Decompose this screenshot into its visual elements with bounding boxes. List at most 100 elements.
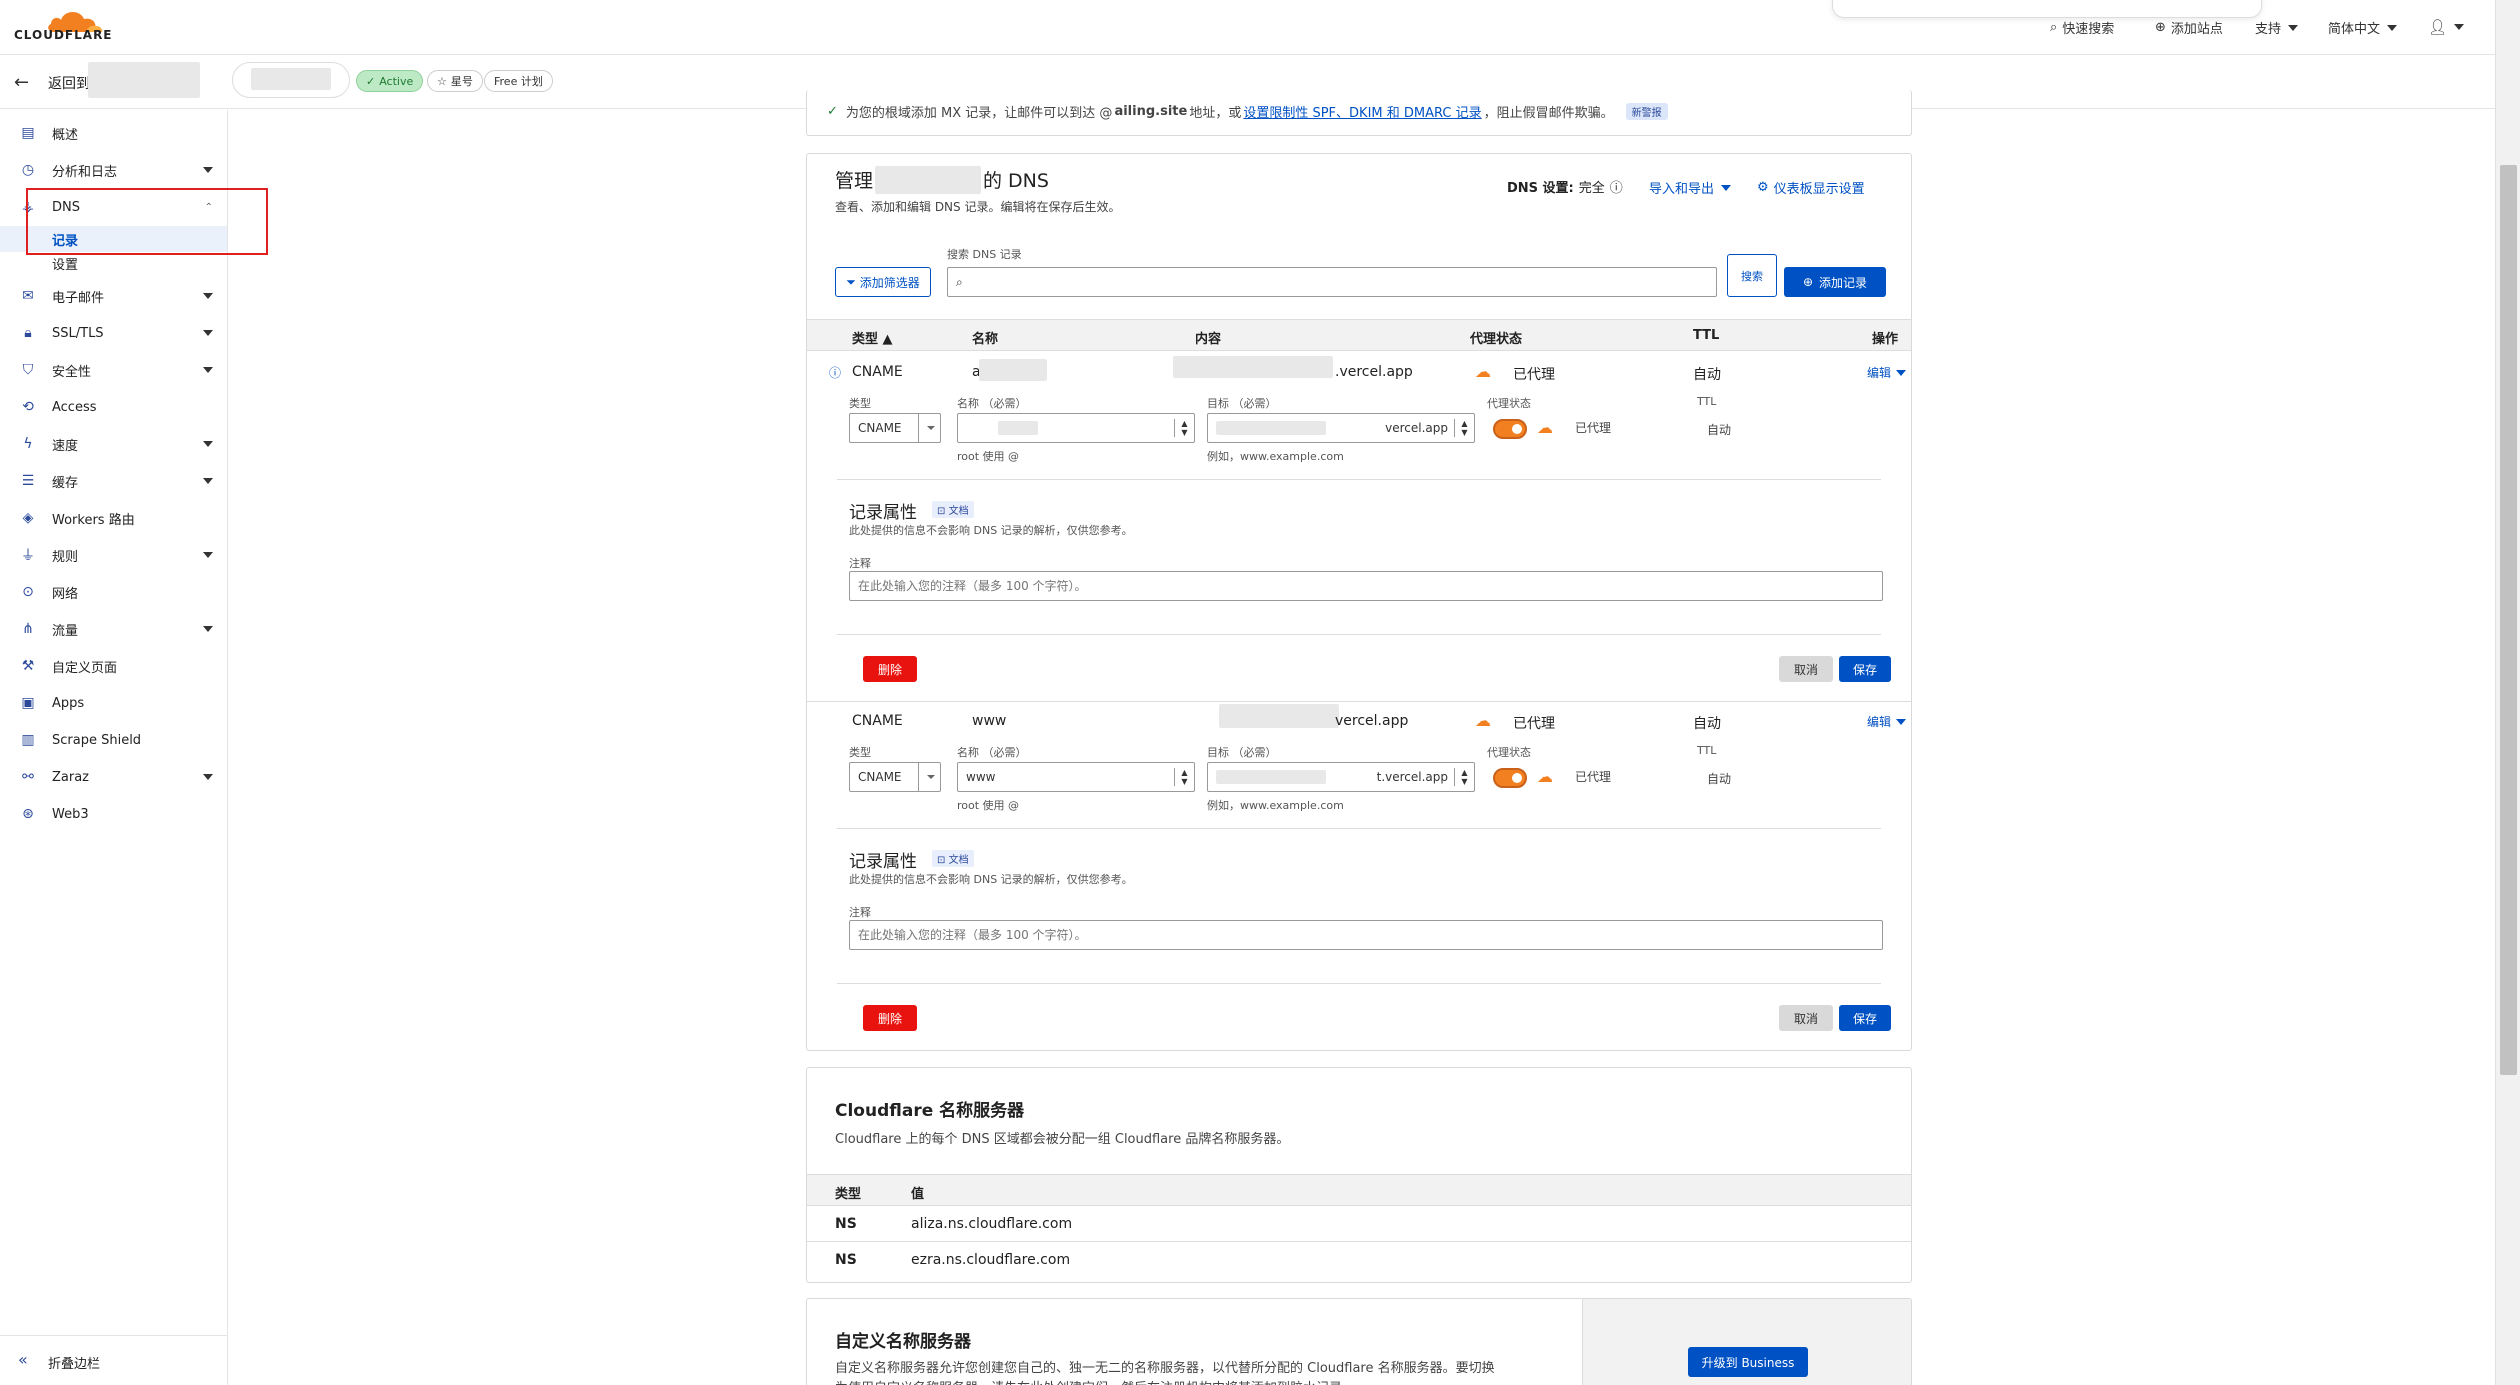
cancel-button[interactable]: 取消 bbox=[1779, 1005, 1833, 1031]
delete-button[interactable]: 删除 bbox=[863, 656, 917, 682]
upgrade-panel: 升级到 Business bbox=[1582, 1299, 1911, 1385]
spf-link[interactable]: 设置限制性 SPF、DKIM 和 DMARC 记录 bbox=[1243, 102, 1481, 121]
scrollbar-track[interactable] bbox=[2495, 0, 2520, 1385]
plan-badge[interactable]: Free 计划 bbox=[484, 70, 553, 92]
name-field[interactable]: www ▲ ▼ bbox=[957, 762, 1195, 792]
sidebar-item-email[interactable]: ✉ 电子邮件 bbox=[0, 283, 227, 309]
add-site-button[interactable]: ⊕ 添加站点 bbox=[2155, 18, 2223, 37]
type-select[interactable]: CNAME bbox=[849, 762, 941, 792]
chevron-down-icon bbox=[2288, 24, 2299, 31]
dashboard-settings-button[interactable]: ⚙ 仪表板显示设置 bbox=[1757, 178, 1865, 197]
mx-notice: ✓ 为您的根域添加 MX 记录，让邮件可以到达 @ ailing.site 地址，… bbox=[827, 102, 1668, 121]
sidebar-item-caching[interactable]: ☰ 缓存 bbox=[0, 468, 227, 494]
column-content: 内容 bbox=[1195, 332, 1222, 347]
comment-input[interactable] bbox=[849, 920, 1883, 950]
support-menu[interactable]: 支持 bbox=[2255, 18, 2299, 37]
back-arrow-icon[interactable]: ← bbox=[14, 72, 29, 93]
star-icon: ☆ bbox=[437, 74, 447, 88]
redacted-name-value bbox=[998, 421, 1038, 435]
chevron-down-icon bbox=[203, 367, 213, 373]
proxy-toggle[interactable] bbox=[1493, 419, 1527, 439]
back-link[interactable]: 返回到 bbox=[48, 73, 90, 93]
scrollbar-thumb[interactable] bbox=[2500, 165, 2517, 1075]
search-button[interactable]: 搜索 bbox=[1727, 254, 1777, 297]
sidebar-item-scrape-shield[interactable]: ▥ Scrape Shield bbox=[0, 727, 227, 753]
cloud-icon: ☁ bbox=[1475, 711, 1491, 730]
upgrade-button[interactable]: 升级到 Business bbox=[1688, 1347, 1808, 1377]
sidebar-item-zaraz[interactable]: ⚯ Zaraz bbox=[0, 764, 227, 790]
table-row: ⓘ CNAME a .vercel.app ☁ 已代理 自动 编辑 类型 CNA… bbox=[807, 352, 1911, 701]
sidebar-item-access[interactable]: ⟲ Access bbox=[0, 394, 227, 420]
cancel-button[interactable]: 取消 bbox=[1779, 656, 1833, 682]
edit-button[interactable]: 编辑 bbox=[1867, 713, 1907, 730]
chevron-down-icon bbox=[2454, 24, 2465, 30]
pin-icon: ⊙ bbox=[22, 584, 34, 600]
custom-ns-desc: 自定义名称服务器允许您创建您自己的、独一无二的名称服务器，以代替所分配的 Clo… bbox=[835, 1361, 1495, 1376]
proxy-toggle[interactable] bbox=[1493, 768, 1527, 788]
sidebar-item-security[interactable]: ⛉ 安全性 bbox=[0, 357, 227, 383]
sidebar-item-apps[interactable]: ▣ Apps bbox=[0, 690, 227, 716]
delete-button[interactable]: 删除 bbox=[863, 1005, 917, 1031]
custom-ns-desc-2: 为使用自定义名称服务器，请先在此处创建它们，然后在注册机构中将其添加到胶水记录。 bbox=[835, 1377, 1555, 1385]
chevron-down-icon bbox=[1896, 369, 1907, 376]
stepper-icon: ▲ ▼ bbox=[1454, 768, 1474, 786]
custom-ns-title: 自定义名称服务器 bbox=[835, 1332, 971, 1352]
user-menu[interactable]: 👤︎ bbox=[2428, 18, 2465, 36]
type-select[interactable]: CNAME bbox=[849, 413, 941, 443]
docs-link[interactable]: ⊡ 文档 bbox=[932, 501, 974, 518]
sidebar-item-custom-pages[interactable]: ⚒ 自定义页面 bbox=[0, 653, 227, 679]
ns-table-header: 类型 值 bbox=[807, 1174, 1911, 1206]
add-record-button[interactable]: ⊕ 添加记录 bbox=[1784, 267, 1886, 297]
column-type[interactable]: 类型 ▲ bbox=[852, 328, 893, 347]
name-field[interactable]: ▲ ▼ bbox=[957, 413, 1195, 443]
stepper-icon: ▲ ▼ bbox=[1174, 419, 1194, 437]
plus-circle-icon: ⊕ bbox=[1802, 275, 1814, 289]
sort-up-icon: ▲ bbox=[882, 332, 893, 347]
dns-title: 管理 的 DNS bbox=[835, 166, 1049, 194]
comment-input[interactable] bbox=[849, 571, 1883, 601]
edit-button[interactable]: 编辑 bbox=[1867, 364, 1907, 381]
access-icon: ⟲ bbox=[22, 399, 34, 415]
collapse-sidebar-button[interactable]: « 折叠边栏 bbox=[0, 1335, 228, 1385]
book-icon: ⊡ bbox=[937, 506, 946, 517]
sidebar-item-overview[interactable]: ▤ 概述 bbox=[0, 120, 227, 146]
gear-icon: ⚙ bbox=[1757, 180, 1769, 195]
language-menu[interactable]: 简体中文 bbox=[2328, 18, 2398, 37]
cloud-icon: ☁ bbox=[1537, 418, 1553, 437]
info-icon[interactable]: ⓘ bbox=[829, 364, 841, 381]
save-button[interactable]: 保存 bbox=[1839, 656, 1891, 682]
sidebar-item-network[interactable]: ⊙ 网络 bbox=[0, 579, 227, 605]
save-button[interactable]: 保存 bbox=[1839, 1005, 1891, 1031]
dns-settings-status: DNS 设置: 完全 ⓘ bbox=[1507, 177, 1623, 196]
nameservers-card: Cloudflare 名称服务器 Cloudflare 上的每个 DNS 区域都… bbox=[806, 1067, 1912, 1283]
chevron-down-icon bbox=[203, 167, 213, 173]
add-filter-button[interactable]: ⏷ 添加筛选器 bbox=[835, 267, 931, 297]
wrench-icon: ⚒ bbox=[21, 658, 35, 674]
shield-icon: ⛉ bbox=[22, 362, 34, 378]
target-field[interactable]: t.vercel.app ▲ ▼ bbox=[1207, 762, 1475, 792]
nameservers-title: Cloudflare 名称服务器 bbox=[835, 1101, 1025, 1121]
docs-link[interactable]: ⊡ 文档 bbox=[932, 850, 974, 867]
funnel-icon: ⏚ bbox=[21, 548, 35, 564]
sidebar-item-traffic[interactable]: ⋔ 流量 bbox=[0, 616, 227, 642]
quick-search-button[interactable]: ⌕ 快速搜索 bbox=[2050, 18, 2114, 37]
table-row: NS aliza.ns.cloudflare.com bbox=[807, 1206, 1911, 1242]
sidebar-item-workers[interactable]: ◈ Workers 路由 bbox=[0, 505, 227, 531]
divider bbox=[837, 983, 1881, 984]
sidebar-item-ssl[interactable]: 🔒︎ SSL/TLS bbox=[0, 320, 227, 346]
sidebar-item-analytics[interactable]: ◷ 分析和日志 bbox=[0, 157, 227, 183]
info-icon: ⓘ bbox=[1609, 181, 1623, 196]
target-field[interactable]: vercel.app ▲ ▼ bbox=[1207, 413, 1475, 443]
chevron-down-icon bbox=[926, 426, 935, 430]
redacted-target-value bbox=[1216, 421, 1326, 435]
star-button[interactable]: ☆ 星号 bbox=[427, 70, 483, 92]
chart-icon: ◷ bbox=[21, 162, 35, 178]
zone-selector[interactable] bbox=[232, 62, 350, 98]
dns-card: 管理 的 DNS 查看、添加和编辑 DNS 记录。编辑将在保存后生效。 DNS … bbox=[806, 153, 1912, 1051]
search-icon: ⌕ bbox=[2050, 20, 2058, 35]
dns-search-input[interactable]: ⌕ bbox=[947, 267, 1717, 297]
sidebar-item-web3[interactable]: ⊛ Web3 bbox=[0, 801, 227, 827]
import-export-menu[interactable]: 导入和导出 bbox=[1649, 178, 1732, 197]
sidebar-item-speed[interactable]: ϟ 速度 bbox=[0, 431, 227, 457]
sidebar-item-rules[interactable]: ⏚ 规则 bbox=[0, 542, 227, 568]
